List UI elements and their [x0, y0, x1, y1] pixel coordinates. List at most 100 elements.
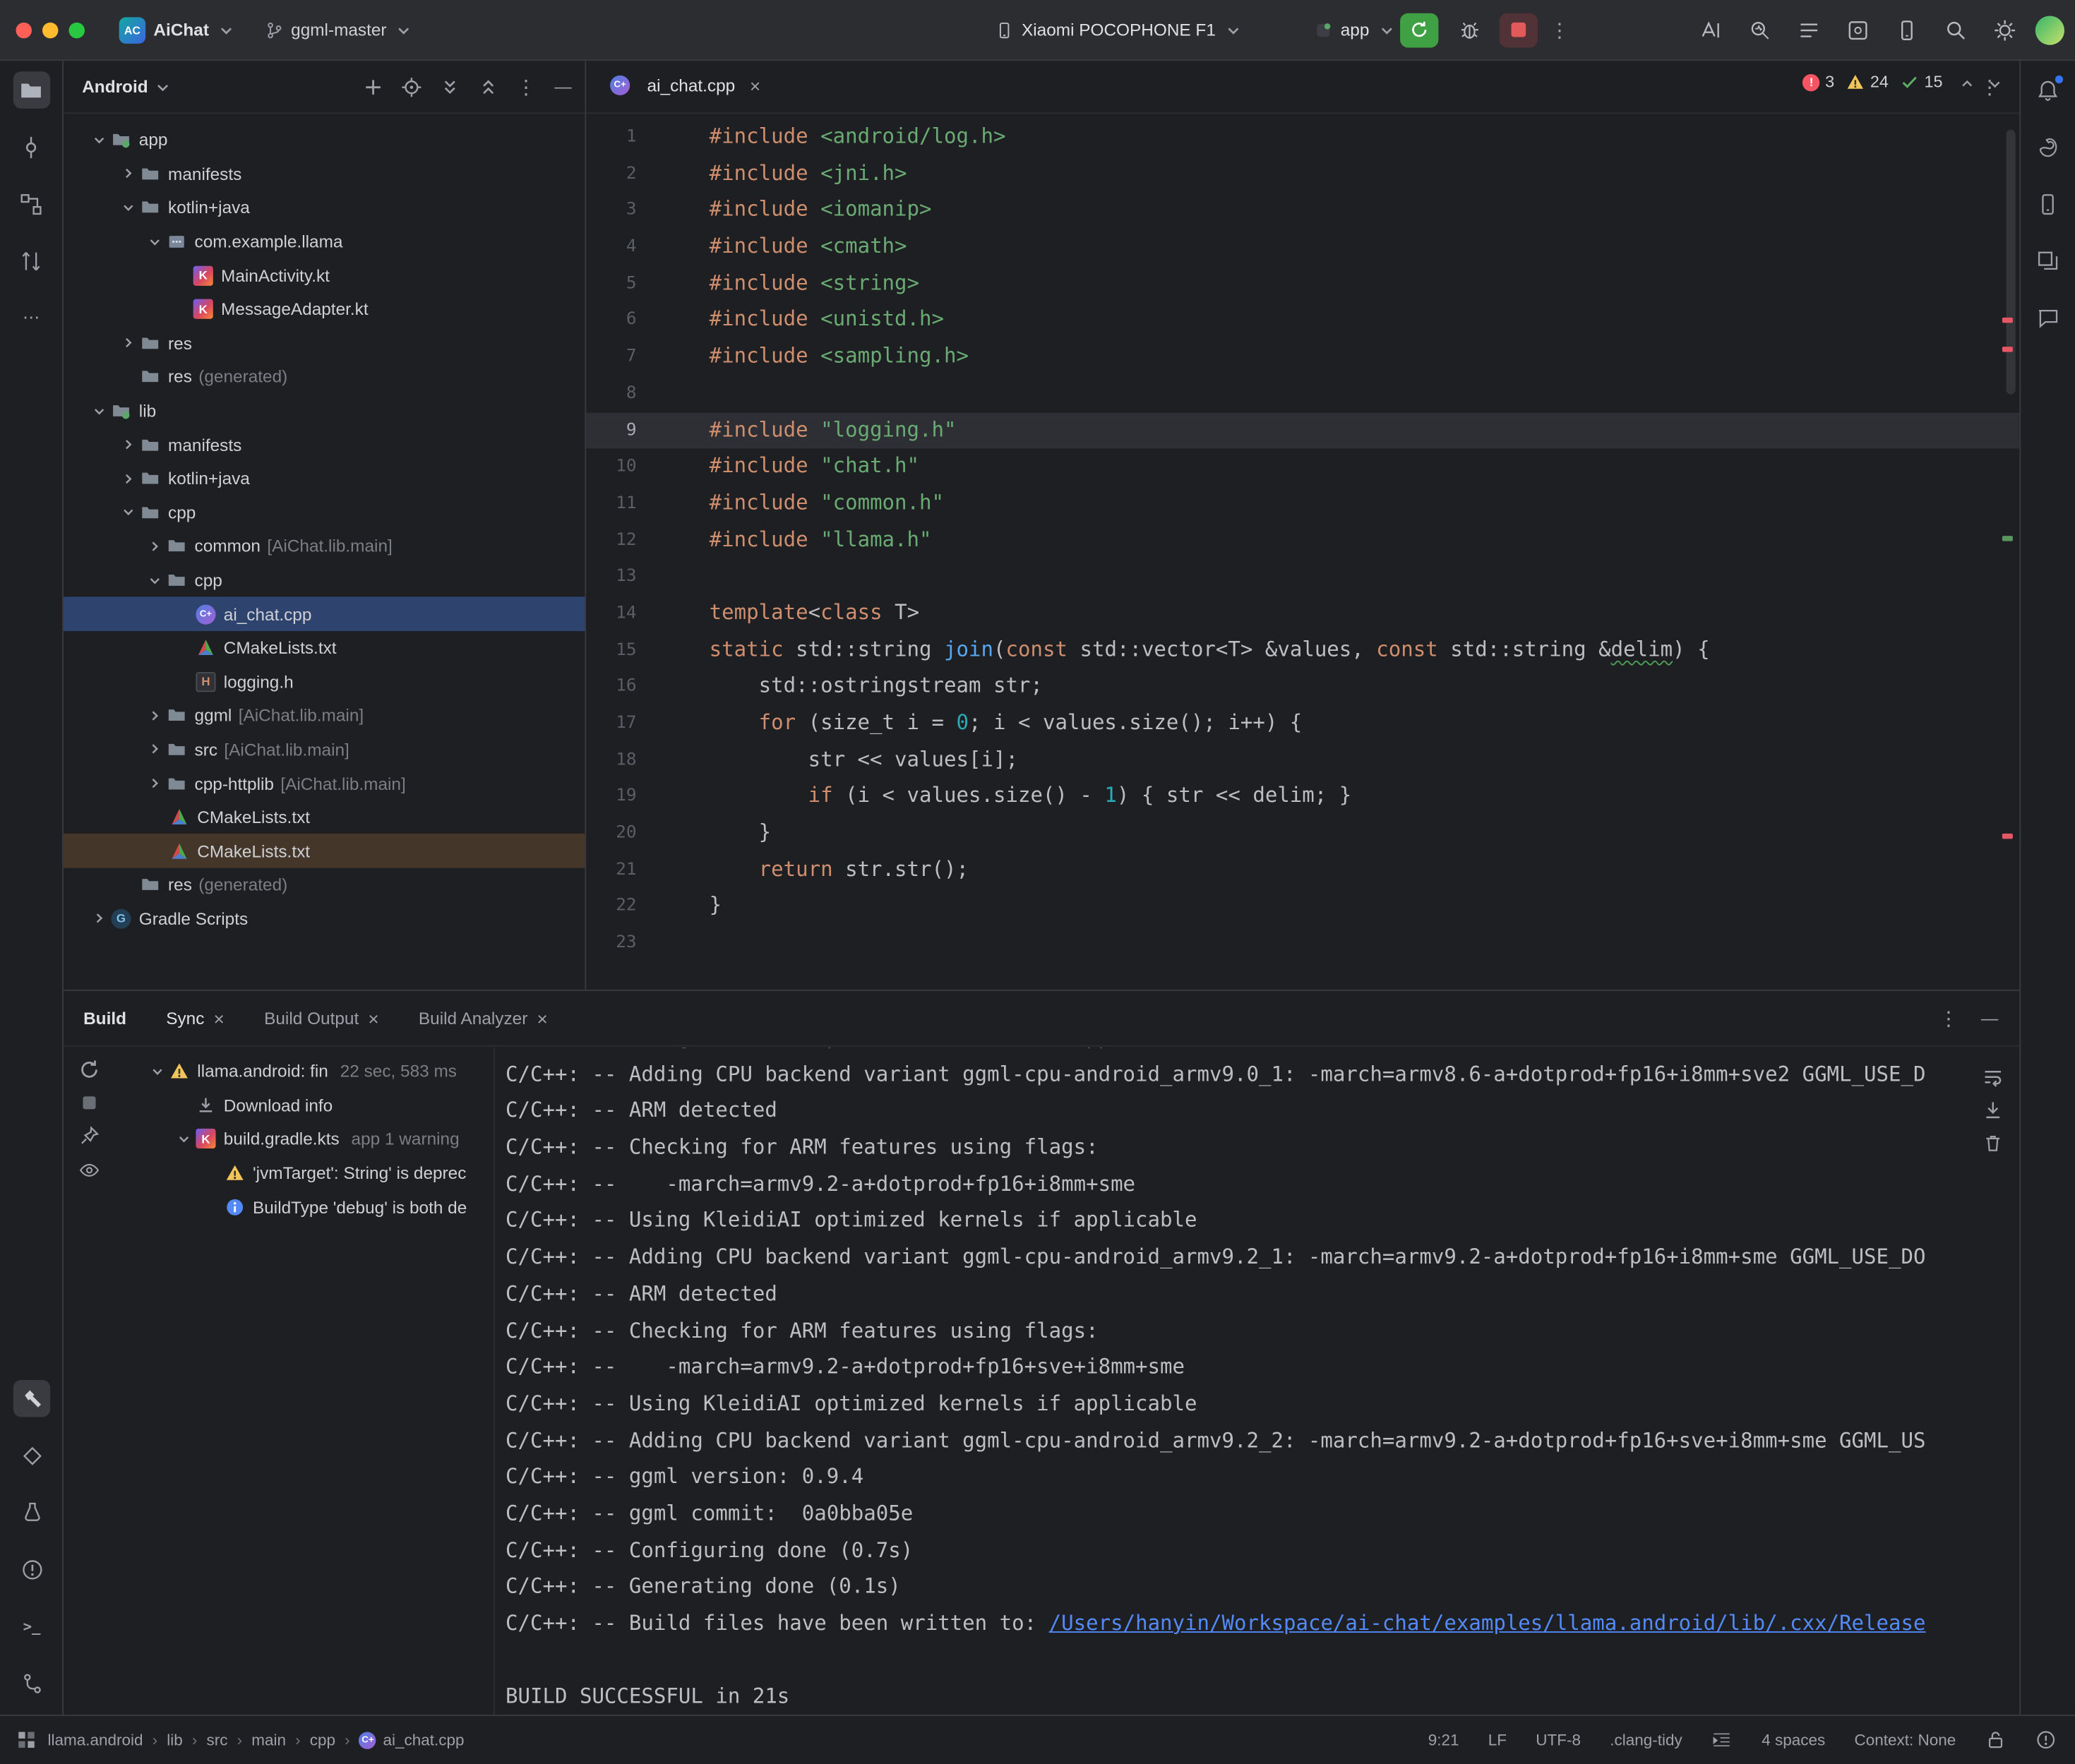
line-ending-widget[interactable]: LF [1488, 1731, 1507, 1749]
tab-sync[interactable]: Sync× [166, 1007, 225, 1028]
locate-file-button[interactable] [401, 76, 422, 97]
code-line[interactable]: 17 for (size_t i = 0; i < values.size();… [586, 705, 2019, 742]
editor-scrollbar[interactable] [2007, 130, 2016, 395]
device-selector[interactable]: Xiaomi POCOPHONE F1 [995, 20, 1243, 40]
file-path-link[interactable]: /Users/hanyin/Workspace/ai-chat/examples… [1049, 1612, 1926, 1636]
error-stripe-mark[interactable] [2002, 347, 2013, 352]
expand-all-button[interactable] [439, 76, 460, 97]
tree-item[interactable]: CMakeLists.txt [64, 834, 585, 868]
notifications-button[interactable] [2029, 71, 2066, 108]
inspect-button[interactable] [78, 1159, 100, 1182]
build-tree-item[interactable]: Download info [114, 1088, 494, 1122]
minimize-window-button[interactable] [42, 22, 58, 37]
breadcrumb-item[interactable]: lib [167, 1731, 183, 1749]
code-line[interactable]: 21 return str.str(); [586, 852, 2019, 889]
tree-item[interactable]: common [AiChat.lib.main] [64, 529, 585, 563]
stop-sync-button[interactable] [79, 1093, 99, 1112]
run-config-selector[interactable]: app [1314, 20, 1396, 40]
project-options-button[interactable]: ⋮ [516, 75, 537, 99]
context-widget[interactable]: Context: None [1855, 1731, 1956, 1749]
encoding-widget[interactable]: UTF-8 [1536, 1731, 1581, 1749]
zoom-window-button[interactable] [68, 22, 84, 37]
code-line[interactable]: 5#include <string> [586, 265, 2019, 302]
code-line[interactable]: 10#include "chat.h" [586, 449, 2019, 486]
close-icon[interactable]: × [214, 1007, 225, 1028]
tab-build-analyzer[interactable]: Build Analyzer× [419, 1007, 548, 1028]
close-icon[interactable]: × [537, 1007, 547, 1028]
code-area[interactable]: 1#include <android/log.h>2#include <jni.… [586, 115, 2019, 990]
error-stripe-mark[interactable] [2002, 318, 2013, 323]
logcat-button[interactable] [1790, 11, 1827, 48]
rerun-button[interactable] [1400, 13, 1438, 47]
build-console[interactable]: C/C++: -- Using KleidiAI optimized kerne… [494, 1048, 2019, 1715]
chevron-up-icon[interactable] [1959, 76, 1975, 92]
project-tool-button[interactable] [13, 71, 49, 108]
tree-item[interactable]: res (generated) [64, 360, 585, 394]
tree-item[interactable]: cpp [64, 496, 585, 529]
stop-button[interactable] [1500, 13, 1538, 47]
error-stripe-mark[interactable] [2002, 834, 2013, 839]
line-column-widget[interactable]: 9:21 [1428, 1731, 1459, 1749]
tree-item[interactable]: KMainActivity.kt [64, 258, 585, 292]
hide-panel-button[interactable]: — [554, 77, 571, 97]
close-icon[interactable]: × [368, 1007, 378, 1028]
build-variants-tool-button[interactable] [13, 1437, 50, 1474]
code-line[interactable]: 19 if (i < values.size() - 1) { str << d… [586, 779, 2019, 815]
tab-build-output[interactable]: Build Output× [264, 1007, 379, 1028]
code-line[interactable]: 14template<class T> [586, 595, 2019, 632]
tool-windows-icon[interactable] [16, 1729, 37, 1751]
tree-item[interactable]: com.example.llama [64, 224, 585, 258]
tree-item[interactable]: Hlogging.h [64, 665, 585, 699]
breadcrumb-item[interactable]: src [207, 1731, 228, 1749]
code-line[interactable]: 12#include "llama.h" [586, 522, 2019, 559]
code-line[interactable]: 1#include <android/log.h> [586, 119, 2019, 156]
change-stripe-mark[interactable] [2002, 536, 2013, 541]
problems-tool-button[interactable] [13, 1551, 50, 1588]
version-control-tool-button[interactable] [13, 1664, 50, 1701]
tree-item[interactable]: kotlin+java [64, 462, 585, 496]
tree-item[interactable]: app [64, 123, 585, 157]
tree-item[interactable]: C+ai_chat.cpp [64, 597, 585, 631]
lock-icon[interactable] [1985, 1729, 2007, 1751]
code-line[interactable]: 16 std::ostringstream str; [586, 668, 2019, 705]
build-tree-item[interactable]: BuildType 'debug' is both de [114, 1190, 494, 1224]
structure-tool-button[interactable] [13, 185, 49, 222]
scroll-to-end-button[interactable] [1983, 1100, 2004, 1121]
tree-item[interactable]: lib [64, 394, 585, 428]
layout-inspector-button[interactable] [2029, 242, 2066, 279]
build-tree-item[interactable]: 'jvmTarget': String' is deprec [114, 1156, 494, 1190]
code-line[interactable]: 8 [586, 376, 2019, 412]
tree-item[interactable]: kotlin+java [64, 191, 585, 224]
project-selector[interactable]: AC AiChat [119, 16, 236, 42]
build-options-button[interactable]: ⋮ [1939, 1006, 1960, 1030]
tree-item[interactable]: manifests [64, 428, 585, 462]
rerun-sync-button[interactable] [78, 1058, 100, 1081]
code-line[interactable]: 13 [586, 558, 2019, 595]
code-line[interactable]: 22} [586, 889, 2019, 925]
more-tool-windows-button[interactable]: ⋯ [13, 299, 49, 336]
chevron-down-icon[interactable] [1986, 76, 2003, 92]
profiler-button[interactable] [1742, 11, 1778, 48]
tree-item[interactable]: cpp-httplib [AiChat.lib.main] [64, 767, 585, 800]
vcs-branch-selector[interactable]: ggml-master [265, 20, 413, 40]
code-line[interactable]: 11#include "common.h" [586, 486, 2019, 522]
project-view-selector[interactable]: Android [82, 77, 148, 97]
terminal-tool-button[interactable]: >_ [13, 1607, 50, 1644]
close-tab-icon[interactable]: × [750, 75, 760, 96]
code-line[interactable]: 15static std::string join(const std::vec… [586, 632, 2019, 668]
breadcrumb-item[interactable]: llama.android [47, 1731, 143, 1749]
tree-item[interactable]: KMessageAdapter.kt [64, 292, 585, 326]
code-line[interactable]: 4#include <cmath> [586, 229, 2019, 265]
inspections-widget[interactable]: !3 24 15 [1802, 73, 1942, 91]
code-line[interactable]: 6#include <unistd.h> [586, 302, 2019, 339]
build-tree-item[interactable]: Kbuild.gradle.ktsapp 1 warning [114, 1122, 494, 1156]
tree-item[interactable]: GGradle Scripts [64, 902, 585, 936]
assistant-button[interactable] [2029, 299, 2066, 336]
code-line[interactable]: 9#include "logging.h" [586, 412, 2019, 449]
code-line[interactable]: 20 } [586, 815, 2019, 852]
add-button[interactable] [363, 76, 384, 97]
code-line[interactable]: 2#include <jni.h> [586, 156, 2019, 193]
tree-item[interactable]: res (generated) [64, 868, 585, 902]
debug-button[interactable] [1450, 11, 1487, 48]
build-tool-button[interactable] [13, 1380, 50, 1417]
